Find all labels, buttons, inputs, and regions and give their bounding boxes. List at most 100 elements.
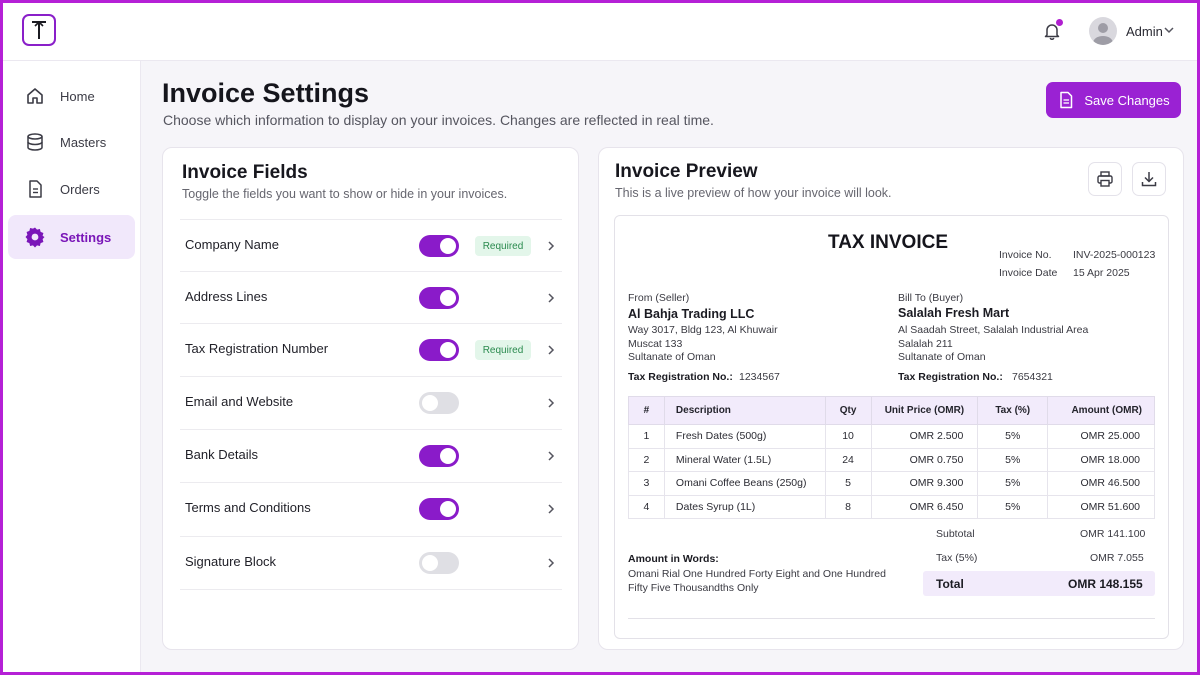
download-icon [1141,172,1157,187]
save-button-label: Save Changes [1084,92,1170,108]
table-cell: 5 [824,471,872,496]
field-label: Tax Registration Number [185,341,329,356]
field-toggle[interactable] [419,339,459,361]
home-icon [24,85,46,107]
field-row[interactable]: Tax Registration Number Required [180,323,562,376]
table-cell: 2 [628,447,665,472]
page-subtitle: Choose which information to display on y… [163,112,714,128]
invoice-number: INV-2025-000123 [1073,249,1156,261]
table-cell: OMR 0.750 [870,447,979,472]
user-name[interactable]: Admin [1126,24,1163,39]
field-row[interactable]: Signature Block [180,536,562,589]
chevron-right-icon[interactable] [546,397,556,409]
field-row[interactable]: Company Name Required [180,219,562,272]
table-cell: 8 [824,494,872,519]
buyer-address-line: Sultanate of Oman [898,351,986,363]
fields-divider [180,589,562,590]
subtotal-value: OMR 141.100 [1080,528,1146,540]
total-value: OMR 148.155 [1068,577,1143,591]
gear-icon [24,226,46,248]
seller-name: Al Bahja Trading LLC [628,307,755,321]
seller-address-line: Muscat 133 [628,338,683,350]
table-row: 4 Dates Syrup (1L) 8 OMR 6.450 5% OMR 51.600 [628,494,1155,519]
field-toggle[interactable] [419,235,459,257]
app-logo[interactable] [22,14,56,46]
amount-in-words-line: Omani Rial One Hundred Forty Eight and O… [628,568,886,580]
database-icon [24,131,46,153]
invoice-heading: TAX INVOICE [828,232,948,253]
column-header: # [628,396,665,425]
seller-address-line: Way 3017, Bldg 123, Al Khuwair [628,324,778,336]
table-row: 3 Omani Coffee Beans (250g) 5 OMR 9.300 5% OM… [628,471,1155,496]
buyer-name: Salalah Fresh Mart [898,306,1010,320]
save-changes-button[interactable]: Save Changes [1046,82,1181,118]
preview-card-subtitle: This is a live preview of how your invoi… [615,186,892,200]
field-toggle[interactable] [419,445,459,467]
table-row: 2 Mineral Water (1.5L) 24 OMR 0.750 5% OMR 18… [628,447,1155,472]
chevron-right-icon[interactable] [546,292,556,304]
chevron-right-icon[interactable] [546,503,556,515]
sidebar: Home Masters Orders Settings [0,61,141,675]
toggle-knob [440,238,456,254]
field-row[interactable]: Address Lines [180,271,562,324]
table-cell: 5% [977,494,1049,519]
avatar[interactable] [1089,17,1117,45]
buyer-address-line: Al Saadah Street, Salalah Industrial Are… [898,324,1089,336]
subtotal-label: Subtotal [936,528,975,540]
sidebar-item-masters[interactable]: Masters [8,120,135,164]
table-cell: OMR 18.000 [1047,447,1155,472]
seller-address-line: Sultanate of Oman [628,351,716,363]
page-title: Invoice Settings [162,78,370,108]
sidebar-item-home[interactable]: Home [8,74,135,118]
notifications-button[interactable] [1040,19,1064,43]
column-header: Amount (OMR) [1047,396,1155,425]
column-header: Description [663,396,826,425]
field-row[interactable]: Email and Website [180,376,562,429]
sidebar-item-label: Home [60,88,95,104]
toggle-knob [440,342,456,358]
field-label: Signature Block [185,554,277,569]
column-header: Qty [824,396,872,425]
buyer-trn-label: Tax Registration No.: [898,371,1003,383]
fields-card-title: Invoice Fields [182,162,308,183]
table-cell: OMR 25.000 [1047,424,1155,449]
chevron-right-icon[interactable] [546,450,556,462]
field-row[interactable]: Bank Details [180,429,562,482]
download-button[interactable] [1132,162,1166,196]
total-label: Total [936,577,964,591]
field-row[interactable]: Terms and Conditions [180,482,562,535]
field-toggle[interactable] [419,552,459,574]
buyer-trn: 7654321 [1012,371,1053,383]
field-label: Bank Details [185,447,258,462]
table-cell: 1 [628,424,665,449]
invoice-footer-divider [628,618,1155,619]
required-badge: Required [475,340,531,360]
field-label: Company Name [185,237,279,252]
printer-icon [1097,171,1113,187]
invoice-date: 15 Apr 2025 [1073,267,1130,279]
table-cell: 3 [628,471,665,496]
table-cell: Mineral Water (1.5L) [663,447,826,472]
field-toggle[interactable] [419,392,459,414]
table-cell: 10 [824,424,872,449]
field-toggle[interactable] [419,498,459,520]
table-cell: 24 [824,447,872,472]
tax-label: Tax (5%) [936,552,978,564]
chevron-right-icon[interactable] [546,557,556,569]
seller-trn: 1234567 [739,371,780,383]
amount-in-words-line: Fifty Five Thousandths Only [628,582,759,594]
sidebar-item-settings[interactable]: Settings [8,215,135,259]
field-toggle[interactable] [419,287,459,309]
chevron-right-icon[interactable] [546,240,556,252]
field-label: Email and Website [185,394,294,409]
table-cell: Dates Syrup (1L) [663,494,826,519]
print-button[interactable] [1088,162,1122,196]
toggle-knob [440,448,456,464]
toggle-knob [440,290,456,306]
table-cell: OMR 9.300 [870,471,979,496]
chevron-down-icon[interactable] [1163,24,1175,36]
sidebar-item-orders[interactable]: Orders [8,167,135,211]
column-header: Tax (%) [977,396,1049,425]
invoice-date-label: Invoice Date [999,267,1058,279]
chevron-right-icon[interactable] [546,344,556,356]
